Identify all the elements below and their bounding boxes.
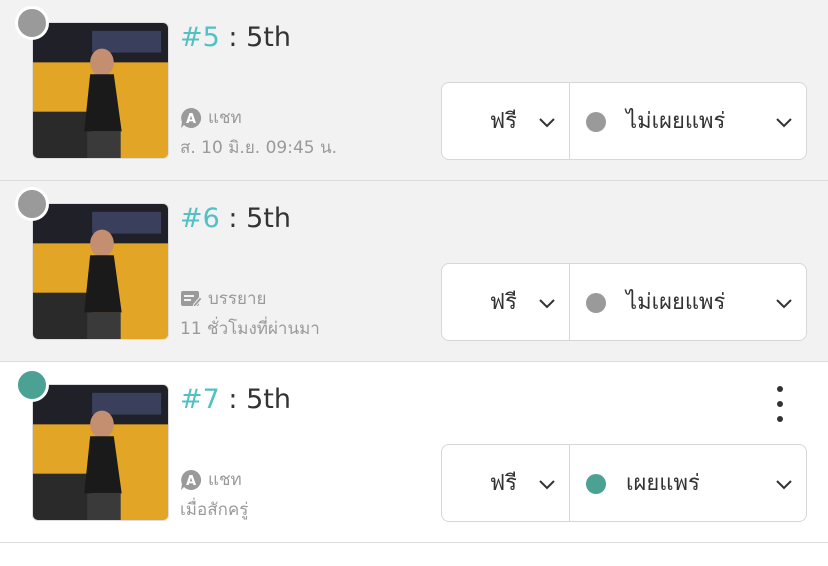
chevron-down-icon (539, 480, 555, 490)
status-indicator-dot (15, 6, 49, 40)
episode-number: #7 (180, 384, 220, 415)
episode-row[interactable]: #5 : 5th A แชท ส. 10 มิ.ย. 09:45 น. ฟรี … (0, 0, 828, 180)
chat-a-icon: A (181, 469, 202, 490)
more-dot (777, 386, 783, 392)
episode-type-label: แชท (208, 108, 242, 128)
episode-timestamp: 11 ชั่วโมงที่ผ่านมา (180, 319, 320, 339)
episode-settings: ฟรี เผยแพร่ (441, 444, 807, 522)
thumbnail-image (33, 385, 168, 520)
episode-name: 5th (246, 203, 291, 234)
price-dropdown[interactable]: ฟรี (442, 264, 570, 340)
episode-title[interactable]: #5 : 5th (180, 18, 291, 58)
episode-thumbnail[interactable] (32, 203, 169, 340)
price-dropdown[interactable]: ฟรี (442, 83, 570, 159)
chevron-down-icon (776, 118, 792, 128)
price-label: ฟรี (489, 471, 517, 496)
more-options-button[interactable] (768, 384, 792, 424)
episode-type: A แชท (180, 468, 242, 492)
publish-status-dot (586, 112, 606, 132)
episode-timestamp: เมื่อสักครู่ (180, 500, 249, 520)
episode-thumbnail[interactable] (32, 384, 169, 521)
row-divider (0, 542, 828, 543)
status-indicator-dot (15, 368, 49, 402)
episode-title[interactable]: #7 : 5th (180, 380, 291, 420)
price-label: ฟรี (489, 290, 517, 315)
publish-status-dot (586, 293, 606, 313)
svg-text:A: A (186, 112, 196, 127)
episode-timestamp: ส. 10 มิ.ย. 09:45 น. (180, 138, 338, 158)
episode-number: #6 (180, 203, 220, 234)
chevron-down-icon (776, 480, 792, 490)
episode-thumbnail[interactable] (32, 22, 169, 159)
narration-icon (181, 291, 202, 308)
more-dot (777, 416, 783, 422)
episode-settings: ฟรี ไม่เผยแพร่ (441, 82, 807, 160)
chevron-down-icon (776, 299, 792, 309)
publish-status-dropdown[interactable]: ไม่เผยแพร่ (570, 264, 806, 340)
publish-status-dropdown[interactable]: ไม่เผยแพร่ (570, 83, 806, 159)
episode-number: #5 (180, 22, 220, 53)
publish-status-dot (586, 474, 606, 494)
thumbnail-image (33, 204, 168, 339)
episode-name: 5th (246, 22, 291, 53)
episode-type-label: แชท (208, 470, 242, 490)
publish-status-label: เผยแพร่ (626, 471, 700, 496)
publish-status-label: ไม่เผยแพร่ (626, 290, 726, 315)
title-separator: : (219, 22, 247, 53)
publish-status-label: ไม่เผยแพร่ (626, 109, 726, 134)
publish-status-dropdown[interactable]: เผยแพร่ (570, 445, 806, 521)
title-separator: : (219, 384, 247, 415)
title-separator: : (219, 203, 247, 234)
episode-name: 5th (246, 384, 291, 415)
status-indicator-dot (15, 187, 49, 221)
price-label: ฟรี (489, 109, 517, 134)
episode-type: บรรยาย (180, 287, 267, 311)
chevron-down-icon (539, 299, 555, 309)
episode-type: A แชท (180, 106, 242, 130)
episode-type-label: บรรยาย (208, 289, 267, 309)
episode-title[interactable]: #6 : 5th (180, 199, 291, 239)
episode-settings: ฟรี ไม่เผยแพร่ (441, 263, 807, 341)
chat-a-icon: A (181, 107, 202, 128)
thumbnail-image (33, 23, 168, 158)
price-dropdown[interactable]: ฟรี (442, 445, 570, 521)
chevron-down-icon (539, 118, 555, 128)
more-dot (777, 401, 783, 407)
episode-row[interactable]: #7 : 5th A แชท เมื่อสักครู่ ฟรี เผยแพร่ (0, 362, 828, 542)
svg-text:A: A (186, 474, 196, 489)
episode-row[interactable]: #6 : 5th บรรยาย 11 ชั่วโมงที่ผ่านมา ฟรี … (0, 181, 828, 361)
